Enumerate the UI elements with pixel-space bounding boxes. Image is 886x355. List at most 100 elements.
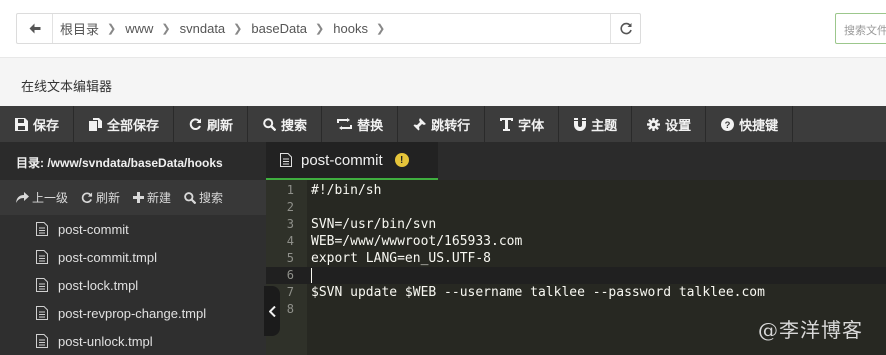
breadcrumb-item[interactable]: svndata bbox=[173, 21, 232, 36]
chevron-right-icon: ❯ bbox=[161, 23, 171, 35]
share-arrow-icon bbox=[16, 192, 29, 203]
theme-button[interactable]: 主题 bbox=[559, 106, 633, 142]
tab-post-commit[interactable]: post-commit ! bbox=[266, 142, 438, 180]
settings-button[interactable]: 设置 bbox=[632, 106, 707, 142]
save-button[interactable]: 保存 bbox=[0, 106, 75, 142]
refresh-button[interactable]: 刷新 bbox=[174, 106, 249, 142]
breadcrumb-item[interactable]: www bbox=[118, 21, 159, 36]
code-line[interactable]: 6 bbox=[266, 267, 886, 284]
plus-icon bbox=[133, 192, 145, 203]
save-all-button[interactable]: 全部保存 bbox=[74, 106, 175, 142]
file-name: post-lock.tmpl bbox=[58, 277, 139, 293]
breadcrumb-item[interactable]: baseData bbox=[244, 21, 313, 36]
new-file-button[interactable]: 新建 bbox=[133, 189, 171, 206]
refresh-icon bbox=[619, 22, 632, 34]
save-all-label: 全部保存 bbox=[107, 117, 160, 133]
file-item[interactable]: post-commit bbox=[0, 215, 266, 243]
pushpin-icon bbox=[413, 117, 427, 130]
new-file-label: 新建 bbox=[147, 191, 172, 205]
goto-line-button[interactable]: 跳转行 bbox=[398, 106, 486, 142]
gear-icon bbox=[647, 117, 661, 131]
breadcrumb-item[interactable]: hooks bbox=[326, 21, 374, 36]
chevron-right-icon: ❯ bbox=[375, 23, 386, 35]
font-label: 字体 bbox=[518, 117, 545, 133]
chevron-right-icon: ❯ bbox=[315, 23, 325, 35]
search-icon bbox=[184, 191, 197, 204]
file-list: post-commit post-commit.tmpl post-lock.t… bbox=[0, 215, 266, 355]
up-level-button[interactable]: 上一级 bbox=[16, 189, 68, 206]
magnet-icon bbox=[574, 117, 587, 131]
chevron-right-icon: ❯ bbox=[233, 23, 243, 35]
file-name: post-commit bbox=[58, 221, 129, 237]
path-refresh-button[interactable] bbox=[610, 14, 640, 43]
file-item[interactable]: post-commit.tmpl bbox=[0, 243, 266, 271]
path-box: 根目录 ❯ www ❯ svndata ❯ baseData ❯ hooks ❯ bbox=[16, 13, 641, 44]
line-number: 5 bbox=[286, 251, 294, 265]
file-text-icon bbox=[36, 334, 48, 348]
path-bar: 根目录 ❯ www ❯ svndata ❯ baseData ❯ hooks ❯ 搜索文件 bbox=[0, 0, 886, 57]
line-number: 2 bbox=[286, 200, 294, 214]
line-number: 1 bbox=[286, 183, 294, 197]
floppy-icon bbox=[15, 117, 28, 131]
editor-title-bar: 在线文本编辑器 bbox=[0, 57, 886, 106]
sidebar-search-label: 搜索 bbox=[199, 191, 224, 205]
code-line[interactable]: 1 #!/bin/sh bbox=[266, 182, 886, 199]
replace-button[interactable]: 替换 bbox=[322, 106, 399, 142]
collapse-sidebar-button[interactable] bbox=[264, 286, 280, 336]
chevron-right-icon: ❯ bbox=[107, 23, 117, 35]
up-level-label: 上一级 bbox=[32, 191, 69, 205]
file-name: post-unlock.tmpl bbox=[58, 333, 153, 349]
back-button[interactable] bbox=[17, 14, 53, 43]
refresh-icon bbox=[81, 191, 93, 203]
theme-label: 主题 bbox=[591, 117, 618, 133]
file-text-icon bbox=[36, 250, 48, 264]
code-line[interactable]: 7 $SVN update $WEB --username talklee --p… bbox=[266, 284, 886, 301]
code-line[interactable]: 4 WEB=/www/wwwroot/165933.com bbox=[266, 233, 886, 250]
file-search-input[interactable]: 搜索文件 bbox=[835, 13, 886, 44]
file-name: post-commit.tmpl bbox=[58, 249, 157, 265]
editor-title: 在线文本编辑器 bbox=[21, 79, 113, 94]
breadcrumb-item[interactable]: 根目录 bbox=[53, 19, 105, 38]
line-text: export LANG=en_US.UTF-8 bbox=[311, 251, 492, 266]
search-icon bbox=[263, 117, 277, 131]
shortcuts-label: 快捷键 bbox=[739, 117, 779, 133]
replace-label: 替换 bbox=[357, 117, 384, 133]
file-text-icon bbox=[36, 222, 48, 236]
file-item[interactable]: post-lock.tmpl bbox=[0, 271, 266, 299]
file-name: post-revprop-change.tmpl bbox=[58, 305, 207, 321]
sidebar-actions: 上一级 刷新 新建 搜索 bbox=[0, 180, 266, 215]
code-line[interactable]: 2 bbox=[266, 199, 886, 216]
file-item[interactable]: post-revprop-change.tmpl bbox=[0, 299, 266, 327]
text-size-icon bbox=[500, 117, 514, 131]
arrow-left-icon bbox=[29, 23, 40, 34]
file-item[interactable]: post-unlock.tmpl bbox=[0, 327, 266, 355]
settings-label: 设置 bbox=[665, 117, 692, 133]
copy-icon bbox=[89, 117, 103, 131]
tab-label: post-commit bbox=[301, 151, 383, 169]
save-label: 保存 bbox=[33, 117, 60, 133]
file-text-icon bbox=[36, 278, 48, 292]
watermark: @李洋博客 bbox=[758, 318, 863, 342]
code-line[interactable]: 3 SVN=/usr/bin/svn bbox=[266, 216, 886, 233]
sidebar-search-button[interactable]: 搜索 bbox=[184, 189, 223, 206]
refresh-label: 刷新 bbox=[207, 117, 234, 133]
file-sidebar: 目录: /www/svndata/baseData/hooks 上一级 刷新 新… bbox=[0, 142, 266, 355]
code-line[interactable]: 5 export LANG=en_US.UTF-8 bbox=[266, 250, 886, 267]
unsaved-warning-icon: ! bbox=[394, 153, 409, 167]
line-text: $SVN update $WEB --username talklee --pa… bbox=[311, 285, 765, 300]
question-circle-icon: ? bbox=[721, 117, 735, 131]
search-button[interactable]: 搜索 bbox=[248, 106, 323, 142]
directory-label: 目录: /www/svndata/baseData/hooks bbox=[0, 142, 266, 180]
search-label: 搜索 bbox=[281, 117, 308, 133]
tab-bar: post-commit ! bbox=[266, 142, 886, 180]
line-number: 6 bbox=[286, 268, 294, 282]
line-number: 4 bbox=[286, 234, 294, 248]
shortcuts-button[interactable]: ? 快捷键 bbox=[706, 106, 794, 142]
breadcrumb: 根目录 ❯ www ❯ svndata ❯ baseData ❯ hooks ❯ bbox=[53, 14, 387, 43]
chevron-left-icon bbox=[268, 305, 276, 317]
font-button[interactable]: 字体 bbox=[485, 106, 560, 142]
sidebar-refresh-button[interactable]: 刷新 bbox=[81, 189, 120, 206]
replace-icon bbox=[337, 118, 353, 130]
file-text-icon bbox=[36, 306, 48, 320]
line-text: SVN=/usr/bin/svn bbox=[311, 217, 437, 232]
